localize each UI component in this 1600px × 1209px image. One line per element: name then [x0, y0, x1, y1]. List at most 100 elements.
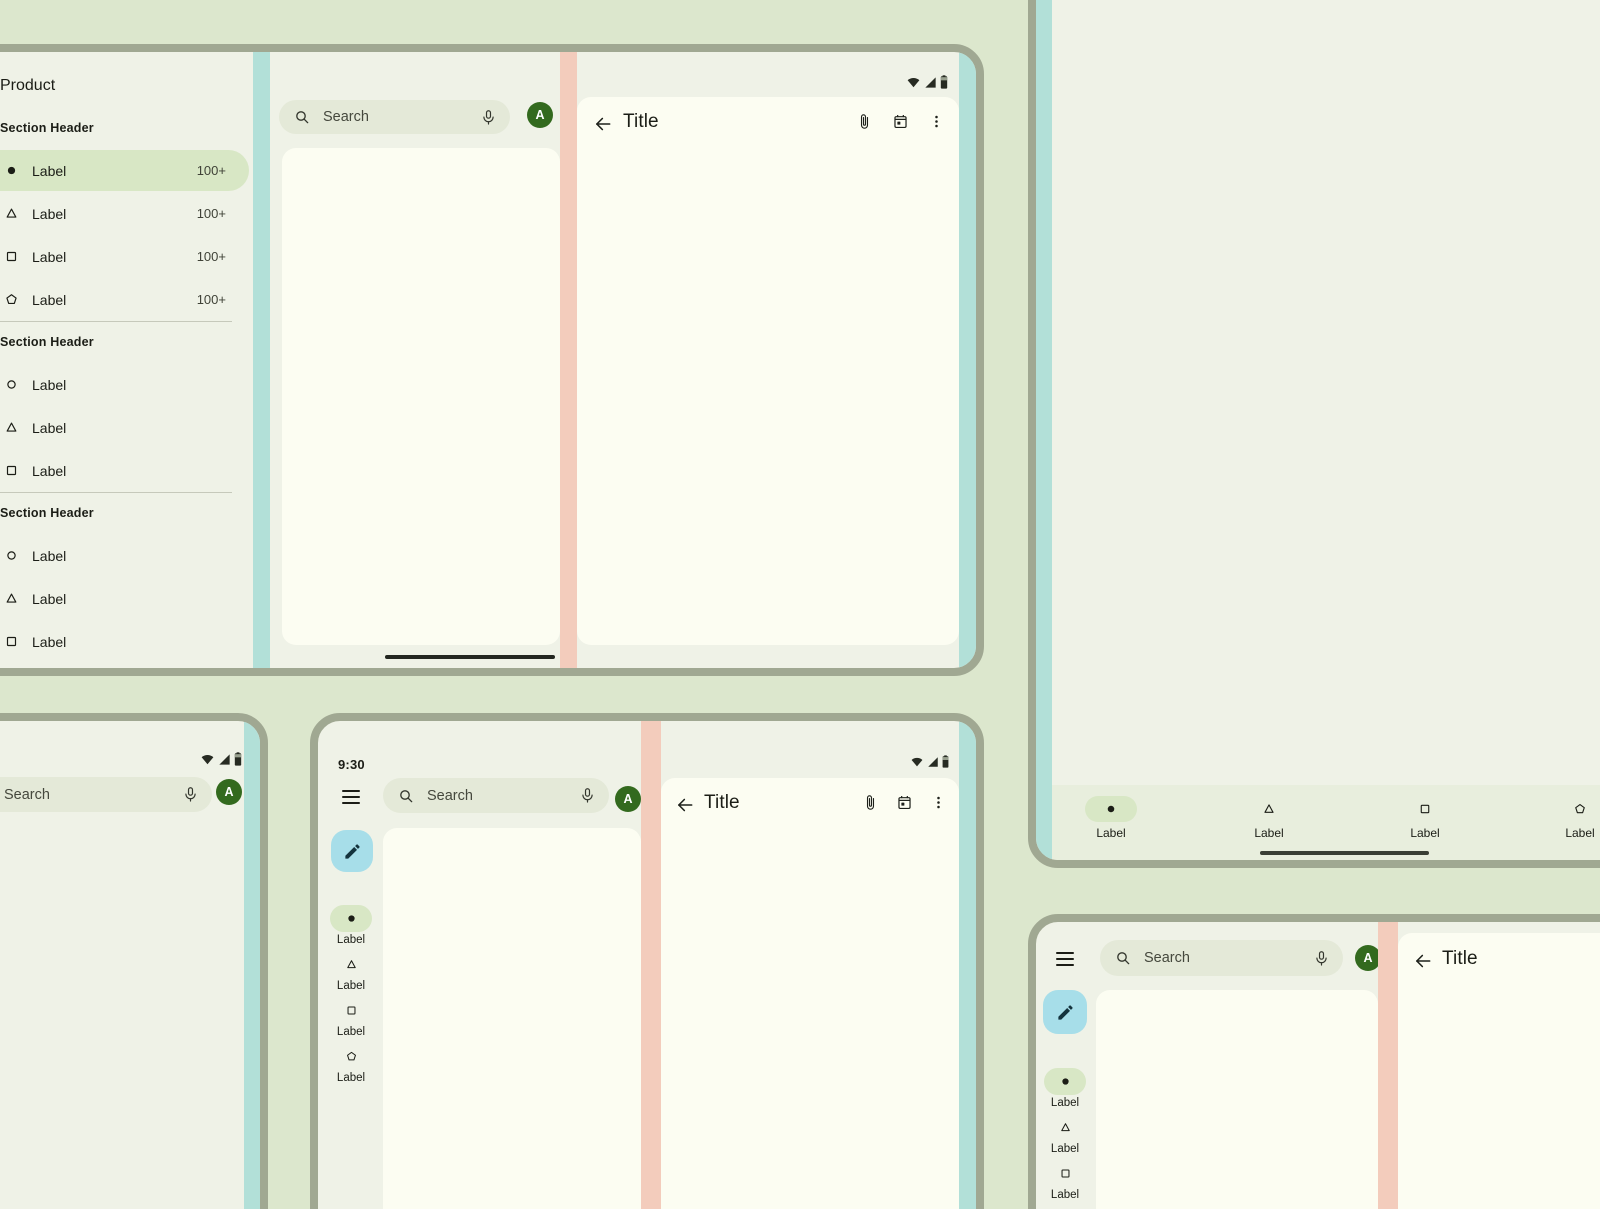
pink-pane-spacer — [1378, 922, 1398, 1209]
search-icon — [398, 788, 414, 804]
attachment-icon[interactable] — [862, 794, 879, 811]
nav-item[interactable]: Label — [1380, 796, 1470, 840]
back-arrow-icon[interactable] — [1413, 951, 1433, 971]
drawer-item-label: Label — [32, 292, 66, 308]
rail-item[interactable]: Label — [1037, 1114, 1093, 1160]
drawer-item-label: Label — [32, 249, 66, 265]
tablet-device-frame: Product Section Header Label 100+ Label … — [0, 44, 984, 676]
search-input[interactable]: Search — [0, 777, 212, 812]
detail-title: Title — [623, 111, 659, 133]
back-arrow-icon[interactable] — [675, 795, 695, 815]
drawer-item[interactable]: Label 100+ — [0, 192, 253, 235]
search-placeholder: Search — [4, 787, 50, 803]
drawer-item[interactable]: Label 100+ — [0, 278, 253, 321]
circle-outline-icon — [3, 377, 19, 393]
bottom-left-device-frame: Search A — [0, 713, 268, 1209]
circle-filled-icon — [3, 163, 19, 179]
teal-pane-spacer — [959, 721, 976, 1209]
drawer-item-badge: 100+ — [197, 206, 226, 221]
pencil-icon — [1056, 1003, 1075, 1022]
rail-item-label: Label — [323, 1072, 379, 1084]
square-icon — [1044, 1160, 1086, 1187]
signal-icon — [924, 76, 937, 89]
triangle-icon — [1044, 1114, 1086, 1141]
search-placeholder: Search — [323, 109, 369, 125]
attachment-icon[interactable] — [856, 113, 873, 130]
drawer-item[interactable]: Label — [0, 363, 253, 406]
mic-icon[interactable] — [480, 109, 497, 126]
drawer-item-badge: 100+ — [197, 292, 226, 307]
rail-item-selected[interactable]: Label — [323, 905, 379, 951]
triangle-icon — [1243, 796, 1295, 822]
drawer-section-header: Section Header — [0, 333, 253, 351]
drawer-item-label: Label — [32, 420, 66, 436]
square-icon — [1399, 796, 1451, 822]
drawer-section-header: Section Header — [0, 504, 253, 522]
gesture-handle[interactable] — [385, 655, 555, 659]
mic-icon[interactable] — [1313, 950, 1330, 967]
list-pane-card — [1096, 990, 1378, 1209]
top-right-device-frame: Label Label Label Label — [1028, 0, 1600, 868]
drawer-item[interactable]: Label 100+ — [0, 235, 253, 278]
triangle-icon — [330, 951, 372, 978]
search-input[interactable]: Search — [1100, 940, 1343, 976]
menu-icon[interactable] — [1056, 952, 1074, 966]
avatar[interactable]: A — [527, 102, 553, 128]
status-bar-icons — [906, 75, 948, 89]
compose-fab[interactable] — [1043, 990, 1087, 1034]
rail-item[interactable]: Label — [323, 997, 379, 1043]
drawer-item[interactable]: Label — [0, 577, 253, 620]
menu-icon[interactable] — [342, 790, 360, 804]
nav-item[interactable]: Label — [1224, 796, 1314, 840]
search-icon — [1115, 950, 1131, 966]
battery-icon — [940, 75, 948, 89]
drawer-item[interactable]: Label — [0, 449, 253, 492]
wifi-icon — [906, 76, 921, 89]
gesture-handle[interactable] — [1260, 851, 1429, 855]
list-pane-card — [282, 148, 560, 645]
drawer-item[interactable]: Label — [0, 620, 253, 663]
status-bar-icons — [200, 752, 242, 766]
triangle-icon — [3, 591, 19, 607]
bottom-right-device-frame: Search A Label Label Label Label — [1028, 914, 1600, 1209]
drawer-item[interactable]: Label — [0, 406, 253, 449]
rail-item-selected[interactable]: Label — [1037, 1068, 1093, 1114]
nav-item-selected[interactable]: Label — [1066, 796, 1156, 840]
calendar-icon[interactable] — [896, 794, 913, 811]
circle-filled-icon — [330, 905, 372, 932]
pink-pane-spacer — [560, 52, 577, 668]
rail-item[interactable]: Label — [323, 1043, 379, 1089]
detail-title: Title — [1442, 948, 1478, 970]
calendar-icon[interactable] — [892, 113, 909, 130]
back-arrow-icon[interactable] — [593, 114, 613, 134]
nav-item[interactable]: Label — [1535, 796, 1600, 840]
square-icon — [3, 634, 19, 650]
drawer-item-selected[interactable]: Label 100+ — [0, 149, 253, 192]
teal-pane-spacer — [244, 721, 260, 1209]
drawer-divider — [0, 321, 232, 322]
drawer-item-label: Label — [32, 634, 66, 650]
mic-icon[interactable] — [579, 787, 596, 804]
rail-item-label: Label — [323, 980, 379, 992]
drawer-item-label: Label — [32, 163, 66, 179]
square-icon — [330, 997, 372, 1024]
mic-icon[interactable] — [182, 786, 199, 803]
avatar[interactable]: A — [615, 786, 641, 812]
avatar[interactable]: A — [216, 779, 242, 805]
navigation-rail: Label Label Label Label — [1037, 1068, 1093, 1209]
more-vert-icon[interactable] — [928, 113, 945, 130]
pentagon-icon — [330, 1043, 372, 1070]
search-input[interactable]: Search — [383, 778, 609, 813]
more-vert-icon[interactable] — [930, 794, 947, 811]
search-input[interactable]: Search — [279, 100, 510, 134]
compose-fab[interactable] — [331, 830, 373, 872]
signal-icon — [927, 756, 939, 768]
drawer-item-badge: 100+ — [197, 249, 226, 264]
status-bar-time: 9:30 — [338, 757, 365, 772]
drawer-item-label: Label — [32, 377, 66, 393]
nav-item-label: Label — [1224, 826, 1314, 840]
rail-item[interactable]: Label — [323, 951, 379, 997]
drawer-item[interactable]: Label — [0, 534, 253, 577]
detail-title: Title — [704, 792, 740, 814]
rail-item[interactable]: Label — [1037, 1160, 1093, 1206]
